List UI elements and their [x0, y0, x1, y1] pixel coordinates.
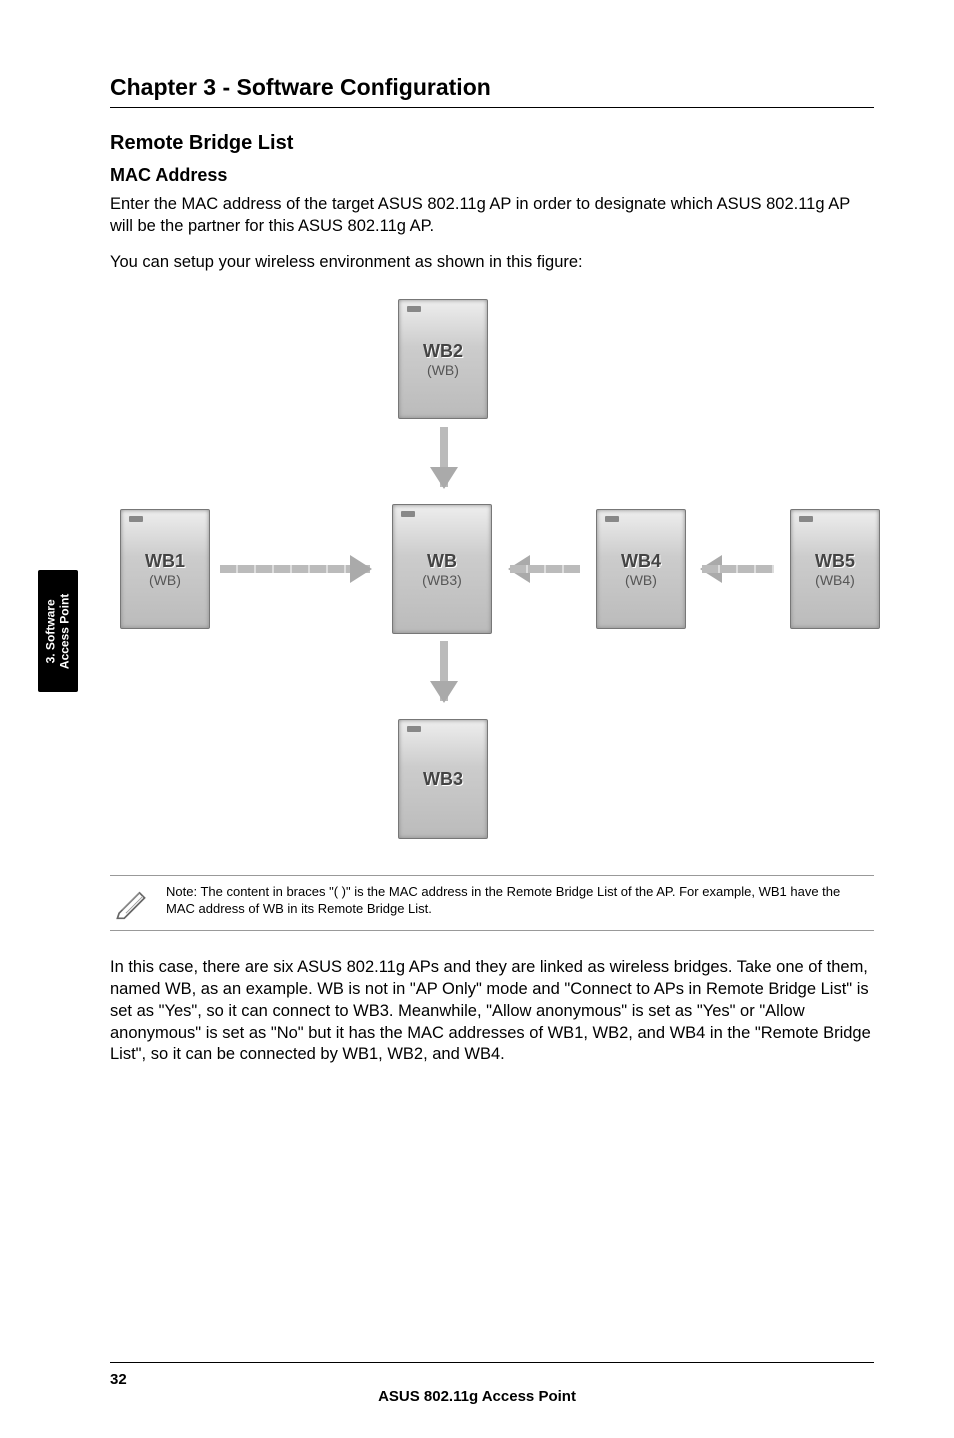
subsection-title: MAC Address: [110, 165, 874, 186]
footer-title: ASUS 802.11g Access Point: [0, 1388, 954, 1405]
node-label: WB: [427, 551, 457, 572]
bridge-diagram: WB2 (WB) WB1 (WB) WB (WB3) WB4 (WB) WB5 …: [110, 299, 874, 859]
arrow-icon: [220, 559, 370, 579]
arrow-icon: [434, 427, 454, 487]
arrow-icon: [434, 641, 454, 701]
node-wb5: WB5 (WB4): [790, 509, 880, 629]
note-text: Note: The content in braces "( )" is the…: [166, 884, 870, 917]
pencil-icon: [114, 886, 148, 920]
node-wb2: WB2 (WB): [398, 299, 488, 419]
arrow-icon: [510, 559, 580, 579]
node-wb: WB (WB3): [392, 504, 492, 634]
node-sub: (WB3): [422, 572, 462, 588]
paragraph: In this case, there are six ASUS 802.11g…: [110, 957, 874, 1066]
title-rule: [110, 107, 874, 108]
node-sub: (WB4): [815, 572, 855, 588]
side-tab: 3. Software Access Point: [38, 570, 78, 692]
node-sub: (WB): [149, 572, 181, 588]
node-wb3: WB3: [398, 719, 488, 839]
node-wb1: WB1 (WB): [120, 509, 210, 629]
note-block: Note: The content in braces "( )" is the…: [110, 875, 874, 931]
node-label: WB2: [423, 341, 463, 362]
chapter-title: Chapter 3 - Software Configuration: [110, 74, 874, 101]
page-footer: 32 ASUS 802.11g Access Point: [0, 1362, 954, 1388]
node-wb4: WB4 (WB): [596, 509, 686, 629]
section-title: Remote Bridge List: [110, 132, 874, 155]
side-tab-line1: 3. Software: [44, 599, 58, 663]
node-label: WB1: [145, 551, 185, 572]
node-sub: (WB): [427, 362, 459, 378]
node-label: WB5: [815, 551, 855, 572]
paragraph: Enter the MAC address of the target ASUS…: [110, 194, 874, 238]
side-tab-line2: Access Point: [58, 593, 72, 668]
node-sub: (WB): [625, 572, 657, 588]
node-label: WB3: [423, 769, 463, 790]
paragraph: You can setup your wireless environment …: [110, 252, 874, 274]
page-number: 32: [110, 1371, 127, 1388]
node-label: WB4: [621, 551, 661, 572]
arrow-icon: [702, 559, 774, 579]
